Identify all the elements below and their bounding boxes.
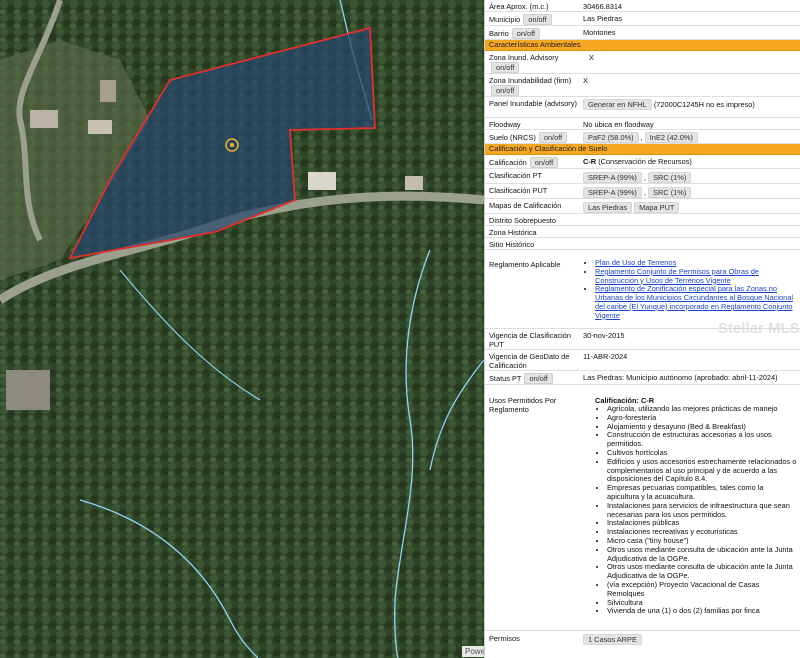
barrio-toggle-button[interactable]: on/off — [511, 28, 541, 39]
generar-nfhl-button[interactable]: Generar en NFHL — [583, 99, 652, 110]
building — [88, 120, 112, 134]
row-distrito-sobrepuesto: Distrito Sobrepuesto — [485, 214, 800, 226]
list-item: Otros usos mediante consulta de ubicació… — [607, 545, 797, 564]
link-plan-uso-terrenos[interactable]: Plan de Uso de Terrenos — [595, 258, 676, 267]
panel-inundable-value: (72000C1245H no es impreso) — [653, 100, 755, 109]
vigencia-geodato-value: 11-ABR-2024 — [583, 352, 628, 361]
inund-advisory-value: X — [589, 53, 594, 62]
suelo-ine2-tag[interactable]: InE2 (42.0%) — [644, 132, 698, 143]
vigencia-put-value: 30-nov-2015 — [583, 331, 625, 340]
list-item: Otros usos mediante consulta de ubicació… — [607, 563, 797, 581]
floodway-value: No ubica en floodway — [583, 120, 654, 129]
row-inund-advisory: Zona Inund. Advisory on/off X — [485, 51, 800, 74]
barrio-label: Barrio — [489, 29, 509, 38]
map-canvas — [0, 0, 484, 658]
status-pt-toggle-button[interactable]: on/off — [524, 373, 553, 384]
vigencia-geodato-label: Vigencia de GeoDato de Calificación — [489, 352, 570, 370]
row-usos-permitidos: Usos Permitidos Por Reglamento Calificac… — [485, 385, 800, 631]
area-value: 30466.8314 — [583, 2, 623, 11]
reglamento-label: Reglamento Aplicable — [489, 260, 561, 269]
clasif-pt-srep-tag[interactable]: SREP-A (99%) — [583, 172, 642, 183]
calificacion-desc: (Conservación de Recursos) — [598, 157, 692, 166]
separator: , — [643, 188, 647, 197]
barrio-value: Montones — [583, 28, 616, 37]
row-vigencia-put: Vigencia de Clasificación PUT 30-nov-201… — [485, 329, 800, 350]
section-calificacion-clasificacion: Calificación y Clasificación de Suelo — [485, 144, 800, 155]
row-sitio-historico: Sitio Histórico — [485, 238, 800, 250]
municipio-toggle-button[interactable]: on/off — [523, 14, 552, 25]
parcel-info-panel: Área Aprox. (m.c.) 30466.8314 Municipio o… — [484, 0, 800, 658]
distrito-label: Distrito Sobrepuesto — [489, 216, 556, 225]
mapa-put-button[interactable]: Mapa PUT — [634, 202, 680, 213]
row-floodway: Floodway No ubica en floodway — [485, 118, 800, 130]
suelo-label: Suelo (NRCS) — [489, 133, 536, 142]
row-barrio: Barrio on/off Montones — [485, 26, 800, 40]
row-status-pt: Status PT on/off Las Piedras: Municipio a… — [485, 371, 800, 385]
floodway-label: Floodway — [489, 120, 521, 129]
inund-firm-toggle-button[interactable]: on/off — [491, 85, 520, 96]
usos-label: Usos Permitidos Por Reglamento — [489, 396, 557, 414]
clasif-put-srep-tag[interactable]: SREP-A (99%) — [583, 187, 642, 198]
building — [308, 172, 336, 190]
usos-list: Agrícola, utilizando las mejores práctic… — [595, 404, 797, 616]
list-item: Empresas pecuarias compatibles, tales co… — [607, 483, 797, 502]
building — [405, 176, 423, 190]
row-area: Área Aprox. (m.c.) 30466.8314 — [485, 0, 800, 12]
building — [6, 370, 50, 410]
link-reglamento-conjunto[interactable]: Reglamento Conjunto de Permisos para Obr… — [595, 267, 759, 285]
row-suelo: Suelo (NRCS) on/off PaF2 (58.0%) , InE2 (… — [485, 130, 800, 144]
row-permisos: Permisos 1 Casos ARPE — [485, 631, 800, 645]
casos-arpe-button[interactable]: 1 Casos ARPE — [583, 634, 642, 645]
list-item: Construcción de estructuras accesorias a… — [607, 431, 797, 449]
row-municipio: Municipio on/off Las Piedras — [485, 12, 800, 26]
list-item: Vivienda de una (1) o dos (2) familias p… — [607, 607, 797, 616]
row-mapas-calificacion: Mapas de Calificación Las Piedras Mapa P… — [485, 199, 800, 214]
inund-firm-value: X — [583, 76, 588, 85]
clasificacion-put-label: Clasificación PUT — [489, 186, 548, 195]
separator: , — [643, 173, 647, 182]
row-panel-inundable: Panel Inundable (advisory) Generar en NF… — [485, 97, 800, 118]
section-caracteristicas-ambientales: Características Ambientales — [485, 40, 800, 51]
row-clasificacion-put: Clasificación PUT SREP-A (99%) , SRC (1%… — [485, 184, 800, 199]
link-reglamento-zonificacion[interactable]: Reglamento de Zonificación especial para… — [595, 284, 793, 319]
building — [30, 110, 58, 128]
mapa-las-piedras-button[interactable]: Las Piedras — [583, 202, 633, 213]
mapas-label: Mapas de Calificación — [489, 201, 562, 210]
clasif-pt-src-tag[interactable]: SRC (1%) — [648, 172, 692, 183]
area-label: Área Aprox. (m.c.) — [489, 2, 549, 11]
row-vigencia-geodato: Vigencia de GeoDato de Calificación 11-A… — [485, 350, 800, 371]
separator: , — [640, 133, 643, 142]
row-inund-firm: Zona Inundabilidad (firm) on/off X — [485, 74, 800, 97]
row-clasificacion-pt: Clasificación PT SREP-A (99%) , SRC (1%) — [485, 169, 800, 184]
status-pt-value: Las Piedras: Municipio autónomo (aprobad… — [583, 373, 778, 382]
inund-advisory-toggle-button[interactable]: on/off — [491, 62, 520, 73]
zona-historica-label: Zona Histórica — [489, 228, 537, 237]
inund-firm-label: Zona Inundabilidad (firm) — [489, 76, 572, 85]
building — [100, 80, 116, 102]
calificacion-label: Calificación — [489, 158, 527, 167]
municipio-label: Municipio — [489, 15, 521, 24]
clasificacion-pt-label: Clasificación PT — [489, 171, 542, 180]
list-item: Edificios y usos accesorios estrechament… — [607, 457, 797, 484]
satellite-map[interactable]: Powe — [0, 0, 484, 658]
list-item: Instalaciones para servicios de infraest… — [607, 501, 797, 520]
suelo-toggle-button[interactable]: on/off — [538, 132, 568, 143]
map-credit: Powe — [462, 646, 484, 657]
calificacion-code: C-R — [583, 157, 597, 166]
permisos-label: Permisos — [489, 634, 520, 643]
list-item: (vía excepción) Proyecto Vacacional de C… — [607, 580, 797, 599]
vigencia-put-label: Vigencia de Clasificación PUT — [489, 331, 572, 349]
row-zona-historica: Zona Histórica — [485, 226, 800, 238]
panel-inundable-label: Panel Inundable (advisory) — [489, 99, 577, 108]
row-reglamento: Reglamento Aplicable Plan de Uso de Terr… — [485, 250, 800, 329]
status-pt-label: Status PT — [489, 374, 522, 383]
suelo-paf2-tag[interactable]: PaF2 (58.0%) — [583, 132, 639, 143]
municipio-value: Las Piedras — [583, 14, 623, 23]
inund-advisory-label: Zona Inund. Advisory — [489, 53, 559, 62]
clasif-put-src-tag[interactable]: SRC (1%) — [648, 187, 692, 198]
sitio-historico-label: Sitio Histórico — [489, 240, 535, 249]
calificacion-toggle-button[interactable]: on/off — [529, 157, 559, 168]
row-calificacion: Calificación on/off C-R (Conservación de … — [485, 155, 800, 169]
